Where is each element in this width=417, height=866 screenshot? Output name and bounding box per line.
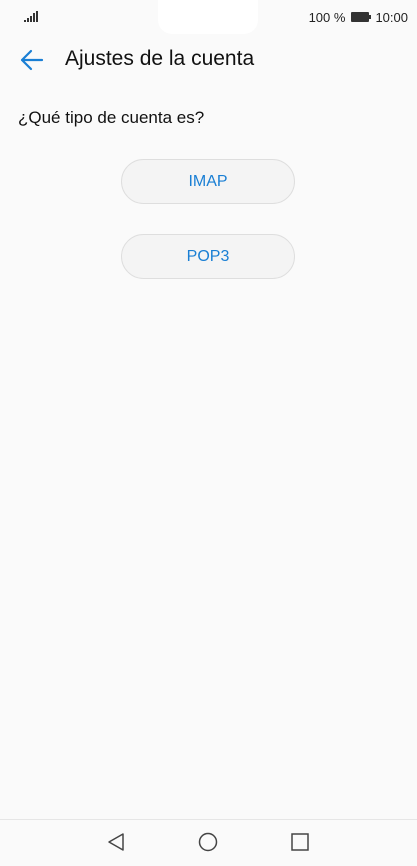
nav-back-icon[interactable]	[105, 831, 127, 853]
camera-notch	[158, 0, 258, 34]
signal-icon	[24, 11, 38, 22]
status-right: 100 % 10:00	[309, 9, 408, 25]
nav-recent-icon[interactable]	[289, 831, 311, 853]
page-title: Ajustes de la cuenta	[65, 47, 255, 70]
status-time: 10:00	[375, 9, 408, 25]
status-bar: 100 % 10:00	[0, 0, 417, 34]
back-arrow-icon	[20, 49, 44, 71]
nav-home-icon[interactable]	[197, 831, 219, 853]
imap-button[interactable]: IMAP	[121, 159, 295, 204]
battery-icon	[351, 12, 372, 22]
back-button[interactable]	[14, 44, 50, 76]
pop3-button[interactable]: POP3	[121, 234, 295, 279]
account-type-question: ¿Qué tipo de cuenta es?	[18, 108, 205, 127]
app-bar: Ajustes de la cuenta	[0, 34, 417, 86]
navigation-bar	[0, 819, 417, 866]
battery-percent: 100 %	[308, 9, 346, 25]
